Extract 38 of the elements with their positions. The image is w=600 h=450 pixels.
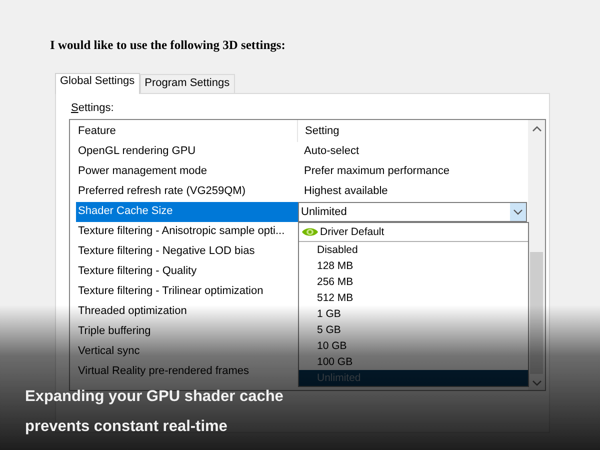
table-cell-text: Auto-select [303, 144, 360, 159]
scroll-up-icon[interactable] [532, 126, 542, 132]
scrollbar[interactable] [528, 120, 545, 390]
dropdown-option[interactable]: Disabled [299, 242, 528, 258]
table-cell[interactable]: Texture filtering - Anisotropic sample opti... [76, 222, 298, 242]
chevron-down-icon[interactable] [513, 209, 523, 215]
table-cell-text: Prefer maximum performance [303, 164, 450, 179]
caption-text: Expanding your GPU shader cache [25, 387, 284, 407]
scroll-thumb[interactable] [530, 252, 543, 374]
dropdown-option[interactable]: 128 MB [299, 258, 528, 274]
table-cell[interactable]: Triple buffering [76, 322, 298, 342]
table-cell-text: Highest available [303, 184, 389, 199]
settings-label: Settings: [71, 102, 115, 114]
dropdown-option[interactable]: 256 MB [299, 274, 528, 290]
table-cell[interactable]: Virtual Reality pre-rendered frames [76, 362, 298, 382]
table-cell[interactable]: Vertical sync [76, 342, 298, 362]
dropdown-option[interactable]: 1 GB [299, 306, 528, 322]
dropdown-option[interactable]: Driver Default [299, 223, 528, 242]
table-cell[interactable]: OpenGL rendering GPU [76, 142, 298, 162]
dropdown-option[interactable]: 512 MB [299, 290, 528, 306]
dropdown-option[interactable]: 5 GB [299, 322, 528, 338]
table-cell[interactable]: Threaded optimization [76, 302, 298, 322]
section-heading: I would like to use the following 3D settings: [50, 38, 286, 53]
column-header[interactable]: Setting [298, 120, 346, 142]
tab[interactable]: Global Settings [55, 73, 140, 94]
table-cell[interactable]: Power management mode [76, 162, 298, 182]
dropdown-option[interactable]: 10 GB [299, 338, 528, 354]
table-cell[interactable]: Texture filtering - Negative LOD bias [76, 242, 298, 262]
setting-dropdown[interactable]: Unlimited [298, 202, 527, 222]
dropdown-option[interactable]: 100 GB [299, 354, 528, 370]
tab[interactable]: Program Settings [140, 74, 235, 93]
table-cell[interactable]: Texture filtering - Quality [76, 262, 298, 282]
column-header[interactable]: Feature [70, 120, 298, 142]
table-cell[interactable]: Shader Cache Size [76, 202, 298, 222]
table-cell[interactable]: Texture filtering - Trilinear optimization [76, 282, 298, 302]
caption-text: prevents constant real-time [25, 417, 228, 437]
table-cell[interactable]: Preferred refresh rate (VG259QM) [76, 182, 298, 202]
eye-logo-icon [301, 226, 319, 238]
